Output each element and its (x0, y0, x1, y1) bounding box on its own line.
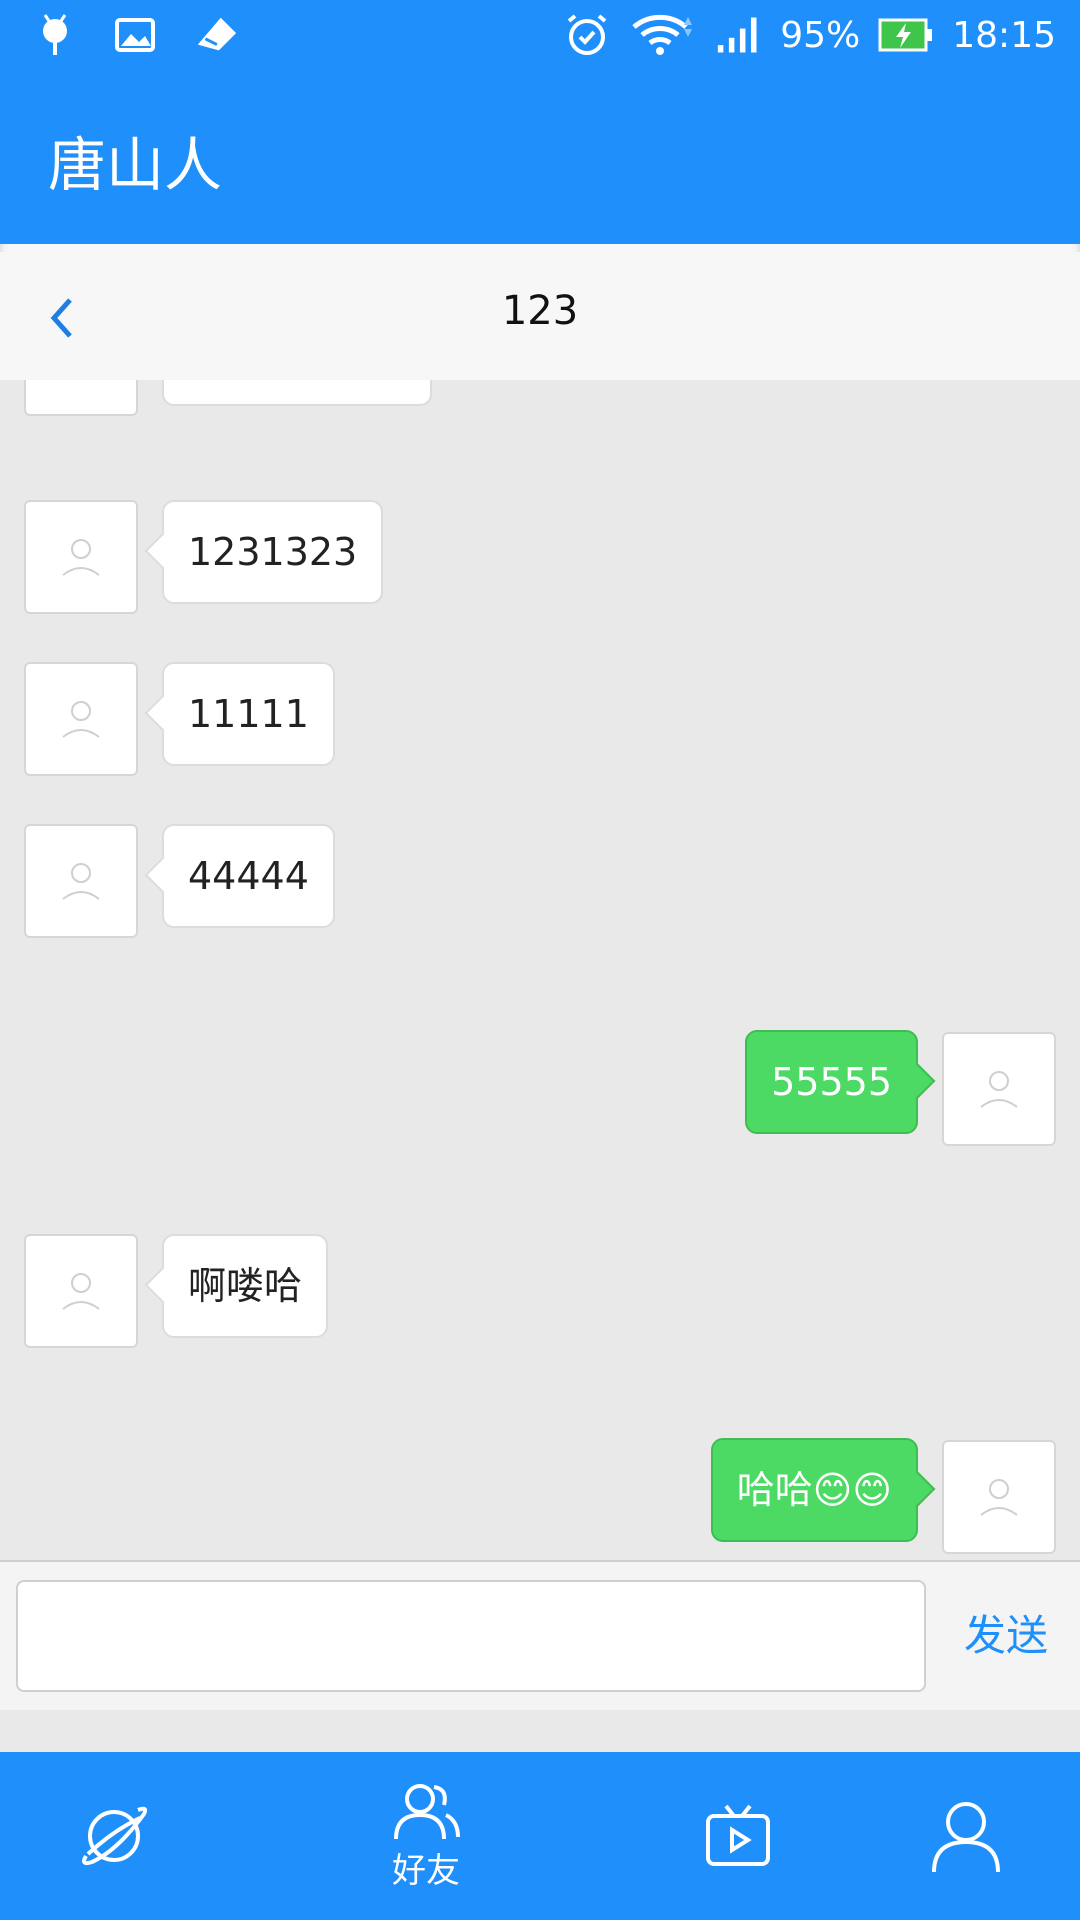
incoming-message-bubble[interactable]: 11111 (144, 662, 335, 766)
message-text: 11111 (188, 692, 309, 736)
wifi-icon (628, 12, 698, 58)
clock: 18:15 (952, 14, 1056, 56)
avatar[interactable] (24, 500, 138, 614)
outgoing-message-bubble[interactable]: 55555 (745, 1030, 936, 1134)
user-placeholder-icon (62, 701, 100, 738)
user-placeholder-icon (980, 1071, 1018, 1108)
bottom-tab-bar: 好友 (0, 1752, 1080, 1920)
send-button[interactable]: 发送 (964, 1602, 1048, 1663)
battery-percent: 95% (780, 14, 861, 56)
chat-header: 123 (0, 244, 1080, 380)
planet-icon (82, 1806, 148, 1866)
outgoing-message-bubble[interactable]: 哈哈😊😊 (710, 1438, 936, 1542)
tab-video[interactable] (638, 1752, 838, 1920)
tab-friends[interactable]: 好友 (326, 1752, 526, 1920)
tab-discover[interactable] (14, 1752, 214, 1920)
alarm-icon (564, 12, 610, 58)
message-text: 44444 (188, 854, 309, 898)
message-text: 啊喽哈 (188, 1264, 303, 1308)
incoming-message-bubble[interactable]: 123132131 (162, 380, 432, 406)
chat-title: 123 (501, 288, 579, 334)
composer: 发送 (0, 1560, 1080, 1710)
tab-label: 好友 (392, 1850, 460, 1891)
image-icon (112, 12, 158, 58)
signal-icon (716, 12, 762, 58)
message-input[interactable] (16, 1580, 926, 1692)
status-bar: 95% 18:15 (0, 0, 1080, 78)
message-list[interactable]: 123132131 1231323 11111 44444 55555 (0, 380, 1080, 1560)
incoming-message-bubble[interactable]: 啊喽哈 (144, 1234, 329, 1338)
profile-icon (932, 1802, 1000, 1873)
app-bar: 唐山人 (0, 78, 1080, 244)
broom-icon (192, 12, 238, 58)
incoming-message-bubble[interactable]: 44444 (144, 824, 335, 928)
tv-play-icon (706, 1804, 770, 1866)
message-text: 1231323 (188, 530, 358, 574)
message-text: 哈哈😊😊 (736, 1468, 892, 1512)
battery-charging-icon (878, 12, 934, 58)
avatar[interactable] (24, 662, 138, 776)
message-row: 55555 (0, 1030, 1080, 1146)
avatar[interactable] (942, 1032, 1056, 1146)
message-text: 55555 (771, 1060, 892, 1104)
user-placeholder-icon (62, 1273, 100, 1310)
incoming-message-bubble[interactable]: 1231323 (144, 500, 384, 604)
friends-icon (394, 1783, 460, 1839)
avatar[interactable] (24, 824, 138, 938)
message-row: 1231323 (0, 500, 1080, 614)
user-placeholder-icon (59, 380, 103, 381)
message-row: 啊喽哈 (0, 1234, 1080, 1348)
user-placeholder-icon (62, 539, 100, 576)
user-placeholder-icon (980, 1479, 1018, 1516)
android-icon (32, 12, 78, 58)
message-row: 123132131 (0, 380, 1080, 416)
avatar[interactable] (24, 380, 138, 416)
message-row: 哈哈😊😊 (0, 1438, 1080, 1554)
tab-profile[interactable] (866, 1752, 1066, 1920)
message-row: 11111 (0, 662, 1080, 776)
message-row: 44444 (0, 824, 1080, 938)
avatar[interactable] (942, 1440, 1056, 1554)
app-title: 唐山人 (48, 131, 223, 199)
user-placeholder-icon (62, 863, 100, 900)
avatar[interactable] (24, 1234, 138, 1348)
